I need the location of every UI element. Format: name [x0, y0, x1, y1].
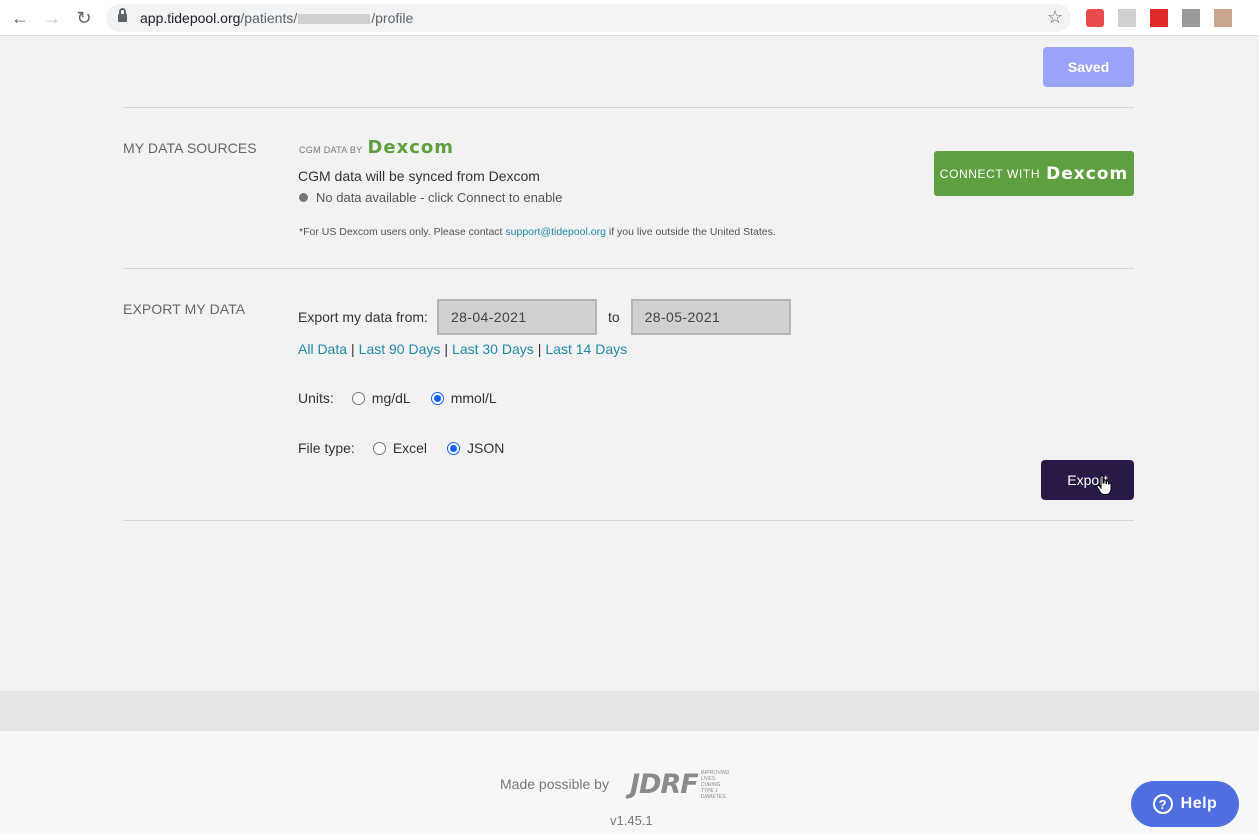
forward-arrow-icon[interactable]: → — [40, 6, 64, 30]
range-last-30[interactable]: Last 30 Days — [452, 341, 534, 357]
range-last-90[interactable]: Last 90 Days — [359, 341, 441, 357]
data-sources-title: MY DATA SOURCES — [123, 140, 257, 156]
hand-cursor-icon — [1096, 475, 1112, 495]
made-possible-by: Made possible by — [500, 776, 609, 792]
sync-text: CGM data will be synced from Dexcom — [298, 168, 540, 184]
profile-avatar-icon[interactable] — [1214, 9, 1232, 27]
end-date-input[interactable] — [630, 299, 791, 335]
filetype-row: File type: Excel JSON — [298, 440, 524, 456]
connect-label: CONNECT WITH — [939, 166, 1041, 181]
divider — [123, 268, 1134, 269]
question-icon: ? — [1152, 794, 1173, 814]
help-button[interactable]: ? Help — [1131, 781, 1239, 827]
json-label: JSON — [467, 440, 505, 456]
us-only-note: *For US Dexcom users only. Please contac… — [299, 226, 776, 238]
profile-page: Saved MY DATA SOURCES CGM DATA BY Dexcom… — [0, 37, 1259, 691]
redacted-id — [298, 14, 371, 25]
radio-mmol[interactable] — [430, 391, 444, 405]
version-label: v1.45.1 — [610, 813, 653, 828]
units-label: Units: — [298, 390, 334, 406]
dexcom-logo: Dexcom — [367, 137, 455, 158]
export-button[interactable]: Export — [1041, 460, 1134, 500]
lock-icon — [118, 8, 127, 24]
jdrf-letters: JDRF — [630, 769, 699, 800]
filetype-option-excel[interactable]: Excel — [372, 440, 428, 456]
excel-label: Excel — [392, 440, 428, 456]
support-email-link[interactable]: support@tidepool.org — [505, 226, 606, 238]
mmol-label: mmol/L — [450, 390, 497, 406]
units-row: Units: mg/dL mmol/L — [298, 390, 517, 406]
browser-toolbar: ← → ↻ app.tidepool.org/patients//profile… — [0, 0, 1259, 36]
extension-icon[interactable] — [1118, 9, 1136, 27]
status-line: No data available - click Connect to ena… — [299, 190, 562, 205]
address-bar[interactable]: app.tidepool.org/patients//profile ☆ — [106, 4, 1071, 32]
export-date-row: Export my data from: to — [298, 299, 791, 335]
extension-icon[interactable] — [1086, 9, 1104, 27]
help-label: Help — [1180, 795, 1218, 812]
status-dot-icon — [299, 193, 308, 202]
range-links: All Data | Last 90 Days | Last 30 Days | Last … — [298, 341, 628, 357]
radio-excel[interactable] — [372, 441, 386, 455]
filetype-label: File type: — [298, 440, 355, 456]
jdrf-tagline: IMPROVING LIVES. CURING TYPE 1 DIABETES. — [701, 770, 730, 800]
note-prefix: *For US Dexcom users only. Please contac… — [299, 226, 506, 238]
footer: Made possible by JDRF IMPROVING LIVES. C… — [0, 731, 1259, 834]
units-option-mmol[interactable]: mmol/L — [430, 390, 497, 406]
units-option-mgdl[interactable]: mg/dL — [351, 390, 411, 406]
divider — [123, 107, 1134, 108]
connect-dexcom-button[interactable]: CONNECT WITH Dexcom — [934, 151, 1134, 196]
mgdl-label: mg/dL — [371, 390, 411, 406]
radio-json[interactable] — [447, 441, 461, 455]
start-date-input[interactable] — [436, 299, 597, 335]
note-suffix: if you live outside the United States. — [605, 226, 776, 238]
divider — [123, 520, 1134, 521]
cgm-data-by: CGM DATA BY Dexcom — [299, 137, 454, 158]
reload-icon[interactable]: ↻ — [72, 6, 96, 30]
extension-icon[interactable] — [1182, 9, 1200, 27]
dexcom-logo: Dexcom — [1046, 163, 1129, 184]
filetype-option-json[interactable]: JSON — [447, 440, 504, 456]
jdrf-logo[interactable]: JDRF IMPROVING LIVES. CURING TYPE 1 DIAB… — [630, 769, 729, 800]
footer-band — [0, 691, 1259, 731]
status-text: No data available - click Connect to ena… — [316, 190, 563, 205]
to-label: to — [607, 309, 620, 325]
export-title: EXPORT MY DATA — [123, 301, 246, 317]
url-text: app.tidepool.org/patients//profile — [140, 10, 414, 26]
cgm-data-by-label: CGM DATA BY — [299, 145, 363, 155]
tagline-line: IMPROVING — [700, 769, 730, 776]
extension-icon[interactable] — [1150, 9, 1168, 27]
radio-mgdl[interactable] — [351, 391, 365, 405]
tagline-line: DIABETES. — [700, 793, 727, 800]
saved-button[interactable]: Saved — [1043, 47, 1134, 87]
export-from-label: Export my data from: — [298, 309, 428, 325]
bookmark-star-icon[interactable]: ☆ — [1047, 7, 1063, 28]
range-last-14[interactable]: Last 14 Days — [545, 341, 627, 357]
range-all-data[interactable]: All Data — [298, 341, 347, 357]
back-arrow-icon[interactable]: ← — [8, 6, 32, 30]
